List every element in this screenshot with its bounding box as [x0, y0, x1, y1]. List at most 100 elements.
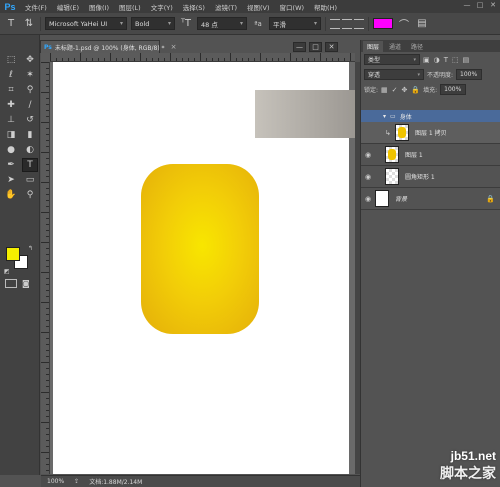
zoom-level[interactable]: 100%	[47, 478, 64, 485]
path-selection-tool-icon[interactable]: ➤	[3, 173, 19, 187]
eye-icon[interactable]: ◉	[361, 173, 375, 181]
font-size-icon: ᵀT	[181, 18, 191, 29]
layer-name[interactable]: 图层 1 拷贝	[415, 128, 447, 137]
eraser-tool-icon[interactable]: ◨	[3, 128, 19, 142]
share-icon[interactable]: ⇪	[74, 478, 79, 485]
align-right-icon[interactable]	[354, 18, 364, 29]
tab-close-icon[interactable]: ×	[171, 43, 177, 51]
magic-wand-tool-icon[interactable]: ✶	[22, 68, 38, 82]
lock-position-icon[interactable]: ✥	[402, 86, 408, 94]
ruler-tick	[46, 338, 49, 339]
document-tab[interactable]: Ps 未标题-1.psd @ 100% (身体, RGB/8) * ×	[40, 40, 176, 53]
layer-name[interactable]: 背景	[395, 194, 407, 203]
font-family-select[interactable]: Microsoft YaHei UI ▾	[45, 17, 127, 30]
close-button[interactable]: ✕	[488, 1, 498, 10]
menu-edit[interactable]: 编辑(E)	[52, 2, 84, 12]
ruler-tick	[224, 58, 225, 61]
vertical-ruler[interactable]	[41, 62, 50, 474]
text-tool-icon[interactable]: T	[4, 17, 18, 31]
font-style-value: Bold	[135, 19, 150, 28]
menu-file[interactable]: 文件(F)	[20, 2, 52, 12]
layer-name[interactable]: 圆角矩形 1	[405, 172, 435, 181]
opacity-input[interactable]: 100%	[456, 69, 483, 80]
layer-group-row[interactable]: ▾ ▭ 身体	[361, 110, 500, 122]
font-size-select[interactable]: 48 点 ▾	[197, 17, 247, 30]
blur-tool-icon[interactable]: ●	[3, 143, 19, 157]
crop-tool-icon[interactable]: ⌗	[3, 83, 19, 97]
quick-mask-icon[interactable]: ◙	[22, 279, 30, 288]
maximize-button[interactable]: □	[475, 1, 485, 10]
layer-row[interactable]: ◉ 圆角矩形 1	[361, 166, 500, 188]
hand-tool-icon[interactable]: ✋	[3, 188, 19, 202]
doc-minimize-button[interactable]: —	[293, 42, 306, 52]
ruler-tick	[46, 248, 49, 249]
warp-text-icon[interactable]: ⌒	[397, 17, 411, 31]
menu-image[interactable]: 图像(I)	[84, 2, 114, 12]
align-center-icon[interactable]	[342, 18, 352, 29]
ruler-tick	[320, 53, 321, 61]
shape-filter-icon[interactable]: ⬚	[452, 56, 459, 64]
lock-transparency-icon[interactable]: ▦	[381, 86, 388, 94]
smart-object-filter-icon[interactable]: ▤	[463, 56, 470, 64]
doc-maximize-button[interactable]: □	[309, 42, 322, 52]
menu-layer[interactable]: 图层(L)	[114, 2, 146, 12]
layer-row[interactable]: ◉ 图层 1	[361, 144, 500, 166]
menu-help[interactable]: 帮助(H)	[309, 2, 342, 12]
gradient-tool-icon[interactable]: ▮	[22, 128, 38, 142]
tab-paths[interactable]: 路径	[407, 41, 427, 52]
marquee-tool-icon[interactable]: ⬚	[3, 53, 19, 67]
brush-tool-icon[interactable]: ∕	[22, 98, 38, 112]
history-brush-tool-icon[interactable]: ↺	[22, 113, 38, 127]
minimize-button[interactable]: —	[462, 1, 472, 10]
layer-row[interactable]: ↳ 图层 1 拷贝	[361, 122, 500, 144]
fill-input[interactable]: 100%	[440, 84, 467, 95]
character-panel-icon[interactable]: ▤	[415, 17, 429, 31]
text-color-swatch[interactable]	[373, 18, 393, 29]
font-style-select[interactable]: Bold ▾	[131, 17, 175, 30]
pen-tool-icon[interactable]: ✒	[3, 158, 19, 172]
stamp-tool-icon[interactable]: ⊥	[3, 113, 19, 127]
chevron-down-icon: ▾	[239, 20, 243, 27]
tab-channels[interactable]: 通道	[385, 41, 405, 52]
chevron-down-icon[interactable]: ▾	[383, 113, 386, 120]
horizontal-ruler[interactable]	[50, 53, 355, 62]
antialias-select[interactable]: 平滑 ▾	[269, 17, 321, 30]
menu-filter[interactable]: 滤镜(T)	[210, 2, 242, 12]
type-tool-icon[interactable]: T	[22, 158, 38, 172]
layer-row[interactable]: ◉ 背景 🔒	[361, 188, 500, 210]
default-colors-icon[interactable]: ◩	[4, 268, 10, 275]
rounded-rectangle-shape[interactable]	[141, 164, 259, 334]
shape-tool-icon[interactable]: ▭	[22, 173, 38, 187]
lock-paint-icon[interactable]: ✓	[392, 86, 398, 94]
type-filter-icon[interactable]: T	[444, 56, 448, 64]
lock-all-icon[interactable]: 🔒	[411, 86, 420, 94]
lasso-tool-icon[interactable]: ℓ	[3, 68, 19, 82]
menu-view[interactable]: 视图(V)	[242, 2, 275, 12]
zoom-tool-icon[interactable]: ⚲	[22, 188, 38, 202]
foreground-color-swatch[interactable]	[6, 247, 20, 261]
menu-select[interactable]: 选择(S)	[178, 2, 210, 12]
align-left-icon[interactable]	[330, 18, 340, 29]
swap-colors-icon[interactable]: ↰	[28, 245, 33, 252]
chevron-down-icon: ▾	[119, 20, 123, 27]
eye-icon[interactable]: ◉	[361, 195, 375, 203]
blend-mode-select[interactable]: 穿透 ▾	[364, 69, 424, 80]
healing-tool-icon[interactable]: ✚	[3, 98, 19, 112]
tab-layers[interactable]: 图层	[363, 40, 384, 52]
layer-filter-select[interactable]: 类型 ▾	[364, 54, 420, 65]
dodge-tool-icon[interactable]: ◐	[22, 143, 38, 157]
ruler-tick	[140, 53, 141, 61]
doc-close-button[interactable]: ✕	[325, 42, 338, 52]
group-name[interactable]: 身体	[400, 112, 412, 121]
eye-icon[interactable]: ◉	[361, 151, 375, 159]
menu-window[interactable]: 窗口(W)	[275, 2, 310, 12]
adjustment-filter-icon[interactable]: ◑	[434, 56, 440, 64]
photoshop-window: Ps 文件(F) 编辑(E) 图像(I) 图层(L) 文字(Y) 选择(S) 滤…	[0, 0, 500, 487]
layer-name[interactable]: 图层 1	[405, 150, 423, 159]
text-orientation-icon[interactable]: ⇅	[22, 17, 36, 31]
screen-mode-icon[interactable]	[5, 279, 17, 288]
eyedropper-tool-icon[interactable]: ⚲	[22, 83, 38, 97]
menu-type[interactable]: 文字(Y)	[146, 2, 178, 12]
move-tool-icon[interactable]: ✥	[22, 53, 38, 67]
pixel-filter-icon[interactable]: ▣	[423, 56, 430, 64]
